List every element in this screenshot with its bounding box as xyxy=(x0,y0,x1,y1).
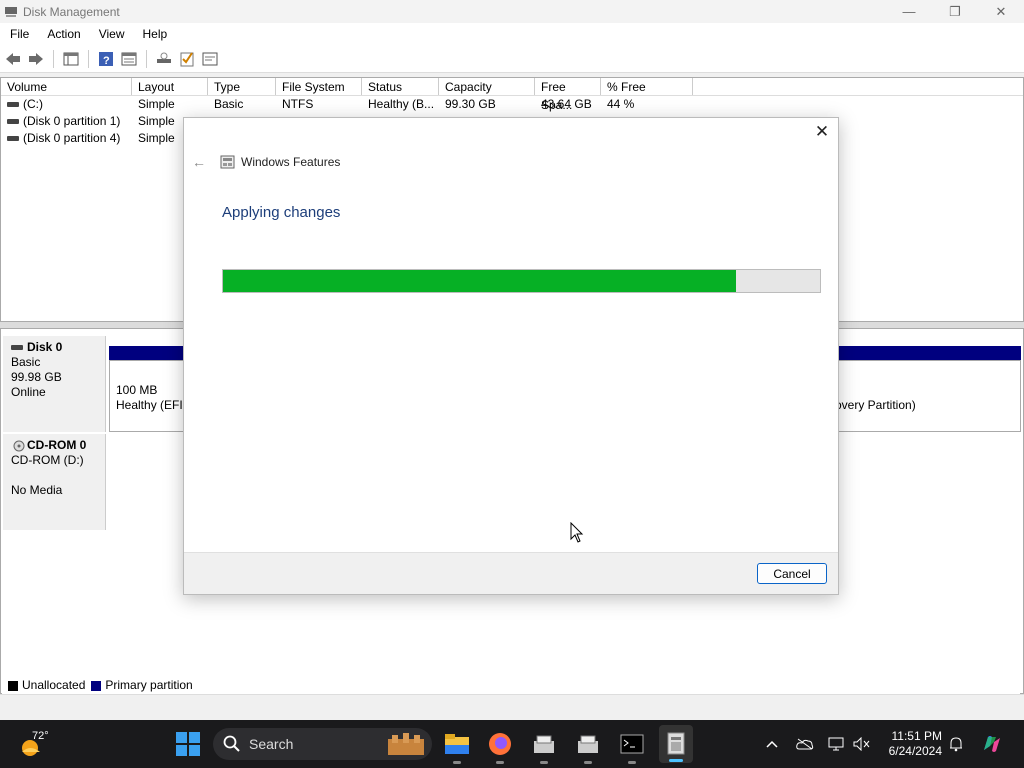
disk-management-app-icon xyxy=(5,6,17,17)
partition-status: overy Partition) xyxy=(835,398,916,412)
column-header-file-system[interactable]: File System xyxy=(276,78,362,95)
title-bar: Disk Management — ❐ ✕ xyxy=(0,0,1024,23)
disk-state: Online xyxy=(11,385,46,399)
status-bar xyxy=(0,694,1024,720)
disk-info[interactable]: CD-ROM 0 CD-ROM (D:) No Media xyxy=(3,434,106,530)
column-header-status[interactable]: Status xyxy=(362,78,439,95)
chevron-up-icon[interactable] xyxy=(762,730,782,758)
cd-rom-icon xyxy=(13,440,25,452)
search-highlight-icon xyxy=(388,733,424,755)
disk-type: Basic xyxy=(11,355,41,369)
close-window-button[interactable]: ✕ xyxy=(978,0,1024,23)
settings-list-icon[interactable] xyxy=(201,50,219,68)
volume-muted-icon[interactable] xyxy=(852,730,872,758)
volume-name: (Disk 0 partition 4) xyxy=(23,131,121,145)
svg-text:?: ? xyxy=(103,55,110,67)
legend-unallocated-swatch xyxy=(8,680,18,691)
file-explorer-icon[interactable] xyxy=(443,730,471,764)
menu-view[interactable]: View xyxy=(89,27,133,41)
show-hide-console-tree-icon[interactable] xyxy=(62,50,80,68)
column-header-capacity[interactable]: Capacity xyxy=(439,78,535,95)
back-arrow-icon[interactable]: ← xyxy=(192,154,206,170)
forward-icon[interactable] xyxy=(27,50,45,68)
column-header-volume[interactable]: Volume xyxy=(1,78,132,95)
onedrive-icon[interactable] xyxy=(794,730,816,758)
restore-button[interactable]: ❐ xyxy=(932,0,978,23)
volume-type: Basic xyxy=(214,97,244,111)
volume-capacity: 99.30 GB xyxy=(445,97,496,111)
app-icon-2[interactable] xyxy=(574,730,602,764)
column-header-layout[interactable]: Layout xyxy=(132,78,208,95)
back-icon[interactable] xyxy=(4,50,22,68)
volume-icon xyxy=(7,136,19,142)
column-header-free-space[interactable]: Free Spa... xyxy=(535,78,601,112)
weather-widget[interactable]: 72° xyxy=(18,728,49,760)
dialog-heading: Applying changes xyxy=(222,204,341,221)
rescan-icon[interactable] xyxy=(155,50,173,68)
legend: Unallocated Primary partition xyxy=(2,676,1020,694)
terminal-icon[interactable] xyxy=(618,730,646,764)
disk-name: CD-ROM 0 xyxy=(27,438,87,452)
table-row[interactable]: (C:) Simple Basic NTFS Healthy (B... 99.… xyxy=(1,96,1023,113)
menu-help[interactable]: Help xyxy=(133,27,176,41)
taskbar: 72° Search 11:51 PM 6/24/2024 xyxy=(0,720,1024,768)
volume-icon xyxy=(7,119,19,125)
disk-management-icon[interactable] xyxy=(659,725,693,763)
toolbar-separator xyxy=(53,49,54,68)
menu-action[interactable]: Action xyxy=(37,27,88,41)
menu-file[interactable]: File xyxy=(0,27,37,41)
windows-features-dialog: ✕ ← Windows Features Applying changes Ca… xyxy=(183,117,839,595)
toolbar: ? xyxy=(0,45,1024,73)
column-header-type[interactable]: Type xyxy=(208,78,276,95)
volume-free-space: 43.64 GB xyxy=(541,97,592,111)
disk-size: 99.98 GB xyxy=(11,370,62,384)
close-icon[interactable]: ✕ xyxy=(814,122,830,142)
volume-list-header: Volume Layout Type File System Status Ca… xyxy=(1,78,1023,112)
check-icon[interactable] xyxy=(178,50,196,68)
volume-file-system: NTFS xyxy=(282,97,314,111)
progress-bar-fill xyxy=(223,270,737,292)
toolbar-separator xyxy=(88,49,89,68)
volume-percent-free: 44 % xyxy=(607,97,635,111)
search-box[interactable]: Search xyxy=(213,728,432,760)
start-button[interactable] xyxy=(176,732,200,756)
column-header-percent-free[interactable]: % Free xyxy=(601,78,693,95)
network-icon[interactable] xyxy=(826,730,846,758)
window-title: Disk Management xyxy=(23,4,120,19)
minimize-button[interactable]: — xyxy=(886,0,932,23)
toolbar-separator xyxy=(146,49,147,68)
disk-state: No Media xyxy=(11,483,63,497)
volume-layout: Simple xyxy=(138,97,175,111)
app-icon-1[interactable] xyxy=(530,730,558,764)
notification-bell-icon[interactable] xyxy=(946,730,966,758)
menu-bar: File Action View Help xyxy=(0,23,1024,45)
firefox-icon[interactable] xyxy=(486,730,514,764)
copilot-icon[interactable] xyxy=(978,730,1006,758)
volume-status: Healthy (B... xyxy=(368,97,435,111)
dialog-title: Windows Features xyxy=(241,155,341,169)
cancel-button[interactable]: Cancel xyxy=(757,563,827,584)
search-label: Search xyxy=(249,736,294,752)
dialog-footer: Cancel xyxy=(184,552,838,594)
legend-primary-swatch xyxy=(91,680,102,691)
mouse-cursor-icon xyxy=(570,522,584,543)
windows-features-icon xyxy=(220,155,235,169)
help-icon[interactable]: ? xyxy=(97,50,115,68)
disk-info[interactable]: Disk 0 Basic 99.98 GB Online xyxy=(3,336,106,432)
clock-time: 11:51 PM xyxy=(891,729,942,743)
search-icon xyxy=(223,735,240,752)
legend-primary-label: Primary partition xyxy=(105,678,193,692)
disk-name: Disk 0 xyxy=(27,340,63,354)
system-clock[interactable]: 11:51 PM 6/24/2024 xyxy=(880,729,942,759)
progress-bar xyxy=(222,269,821,293)
disk-type: CD-ROM (D:) xyxy=(11,453,84,467)
disk-icon xyxy=(11,345,23,351)
weather-temp: 72° xyxy=(32,730,49,742)
volume-name: (Disk 0 partition 1) xyxy=(23,114,121,128)
volume-name: (C:) xyxy=(23,97,43,111)
clock-date: 6/24/2024 xyxy=(888,744,942,758)
legend-unallocated-label: Unallocated xyxy=(22,678,86,692)
properties-icon[interactable] xyxy=(120,50,138,68)
volume-icon xyxy=(7,102,19,108)
